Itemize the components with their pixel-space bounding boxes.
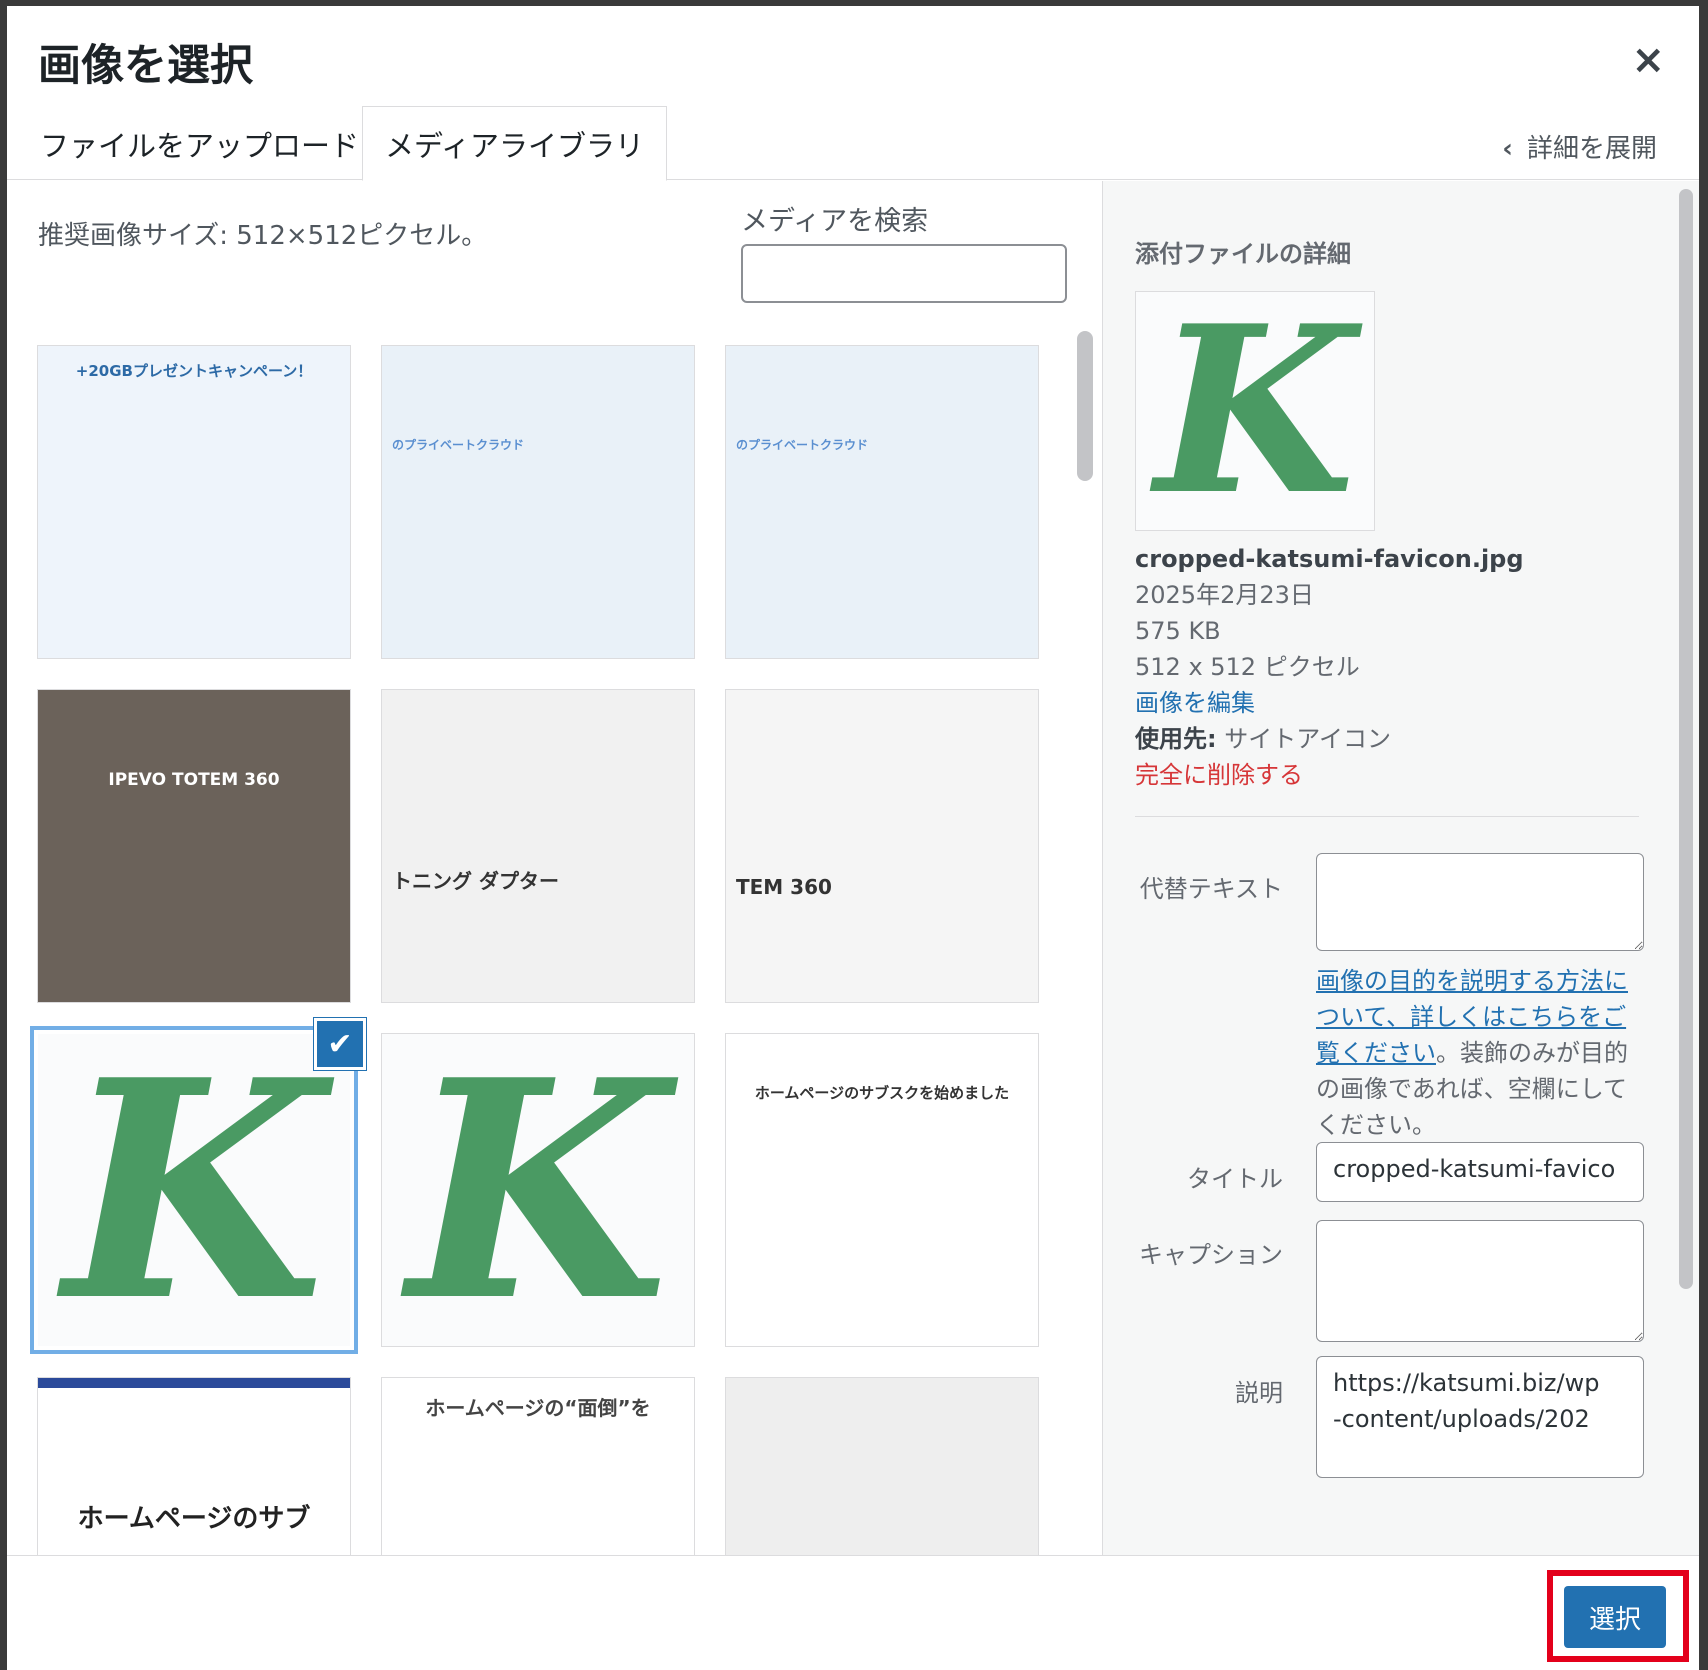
attachment-thumbnail[interactable]: のプライベートクラウド (382, 346, 694, 658)
tab-bar: ファイルをアップロード メディアライブラリ (7, 106, 1699, 181)
usage-value: サイトアイコン (1224, 725, 1392, 753)
details-filesize: 575 KB (1135, 617, 1221, 645)
alt-text-field[interactable] (1316, 853, 1644, 951)
chevron-left-icon: ‹ (1502, 134, 1513, 164)
attachment-thumbnail[interactable]: +20GBプレゼントキャンペーン！ (38, 346, 350, 658)
favicon-k-logo: K (1136, 292, 1374, 530)
attachment-thumbnail[interactable]: K (38, 1034, 350, 1346)
close-icon[interactable]: × (1631, 40, 1665, 80)
favicon-k-logo: K (382, 1034, 694, 1346)
grid-scrollbar[interactable] (1077, 331, 1093, 1555)
thumbnail-caption: ホームページのサブスクを始めました (754, 1084, 1010, 1102)
usage-label: 使用先: (1135, 725, 1217, 753)
search-label: メディアを検索 (741, 206, 929, 237)
attachment-thumbnail[interactable]: K (382, 1034, 694, 1346)
attachment-thumbnail[interactable]: のプライベートクラウド (726, 346, 1038, 658)
grid-scrollbar-thumb[interactable] (1077, 331, 1093, 481)
attachment-thumbnail[interactable]: ホームページの“面倒”を (382, 1378, 694, 1555)
attachment-thumbnail[interactable]: TEM 360 (726, 690, 1038, 1002)
details-meta: cropped-katsumi-favicon.jpg 2025年2月23日 5… (1135, 541, 1524, 793)
details-heading: 添付ファイルの詳細 (1135, 240, 1351, 268)
description-field[interactable]: https://katsumi.biz/wp-content/uploads/2… (1316, 1356, 1644, 1478)
alt-text-help: 画像の目的を説明する方法について、詳しくはこちらをご覧ください。装飾のみが目的の… (1316, 963, 1644, 1143)
edit-image-link[interactable]: 画像を編集 (1135, 689, 1255, 717)
details-scrollbar[interactable] (1679, 189, 1693, 1289)
dialog-title: 画像を選択 (38, 41, 253, 91)
delete-permanently-link[interactable]: 完全に削除する (1135, 761, 1303, 789)
caption-field[interactable] (1316, 1220, 1644, 1342)
details-date: 2025年2月23日 (1135, 581, 1314, 609)
attachment-details-panel: 添付ファイルの詳細 K cropped-katsumi-favicon.jpg … (1102, 181, 1699, 1555)
alt-text-label: 代替テキスト (1139, 875, 1283, 903)
attachment-thumbnail[interactable]: ホームページのサブ (38, 1378, 350, 1555)
attachment-thumbnail[interactable]: IPEVO TOTEM 360 (38, 690, 350, 1002)
recommended-size-text: 推奨画像サイズ: 512×512ピクセル。 (38, 221, 488, 251)
media-modal: 画像を選択 × ファイルをアップロード メディアライブラリ ‹ 詳細を展開 推奨画… (7, 6, 1699, 1670)
media-library-panel: 推奨画像サイズ: 512×512ピクセル。 メディアを検索 +20GBプレゼント… (7, 181, 1101, 1555)
thumbnail-caption: +20GBプレゼントキャンペーン！ (75, 362, 313, 380)
description-label: 説明 (1235, 1379, 1283, 1407)
details-dimensions: 512 x 512 ピクセル (1135, 653, 1360, 681)
select-button[interactable]: 選択 (1564, 1586, 1666, 1648)
title-field[interactable]: cropped-katsumi-favico (1316, 1142, 1644, 1202)
modal-footer: 選択 (7, 1555, 1699, 1670)
thumbnail-caption: トニング ダプター (392, 869, 559, 893)
thumbnail-caption: のプライベートクラウド (392, 438, 525, 452)
tab-media-library[interactable]: メディアライブラリ (362, 106, 667, 181)
title-label: タイトル (1187, 1165, 1283, 1193)
thumbnail-caption: ホームページのサブ (77, 1504, 311, 1534)
expand-details-label: 詳細を展開 (1526, 134, 1657, 164)
expand-details-button[interactable]: ‹ 詳細を展開 (1502, 128, 1657, 165)
caption-label: キャプション (1139, 1241, 1283, 1269)
attachment-thumbnail[interactable]: ホームページのサブスクを始めました (726, 1034, 1038, 1346)
details-divider (1135, 816, 1639, 817)
thumbnail-caption: IPEVO TOTEM 360 (108, 770, 280, 790)
attachment-thumbnail[interactable] (726, 1378, 1038, 1555)
attachment-thumbnail[interactable]: トニング ダプター (382, 690, 694, 1002)
details-thumbnail: K (1135, 291, 1375, 531)
selected-check-icon[interactable]: ✔ (314, 1018, 366, 1070)
tab-upload-files[interactable]: ファイルをアップロード (18, 106, 381, 181)
details-filename: cropped-katsumi-favicon.jpg (1135, 545, 1524, 573)
favicon-k-logo: K (38, 1034, 350, 1346)
search-input[interactable] (741, 244, 1067, 303)
thumbnail-caption: TEM 360 (736, 875, 832, 899)
thumbnail-caption: のプライベートクラウド (736, 438, 869, 452)
thumbnail-caption: ホームページの“面倒”を (425, 1396, 651, 1420)
